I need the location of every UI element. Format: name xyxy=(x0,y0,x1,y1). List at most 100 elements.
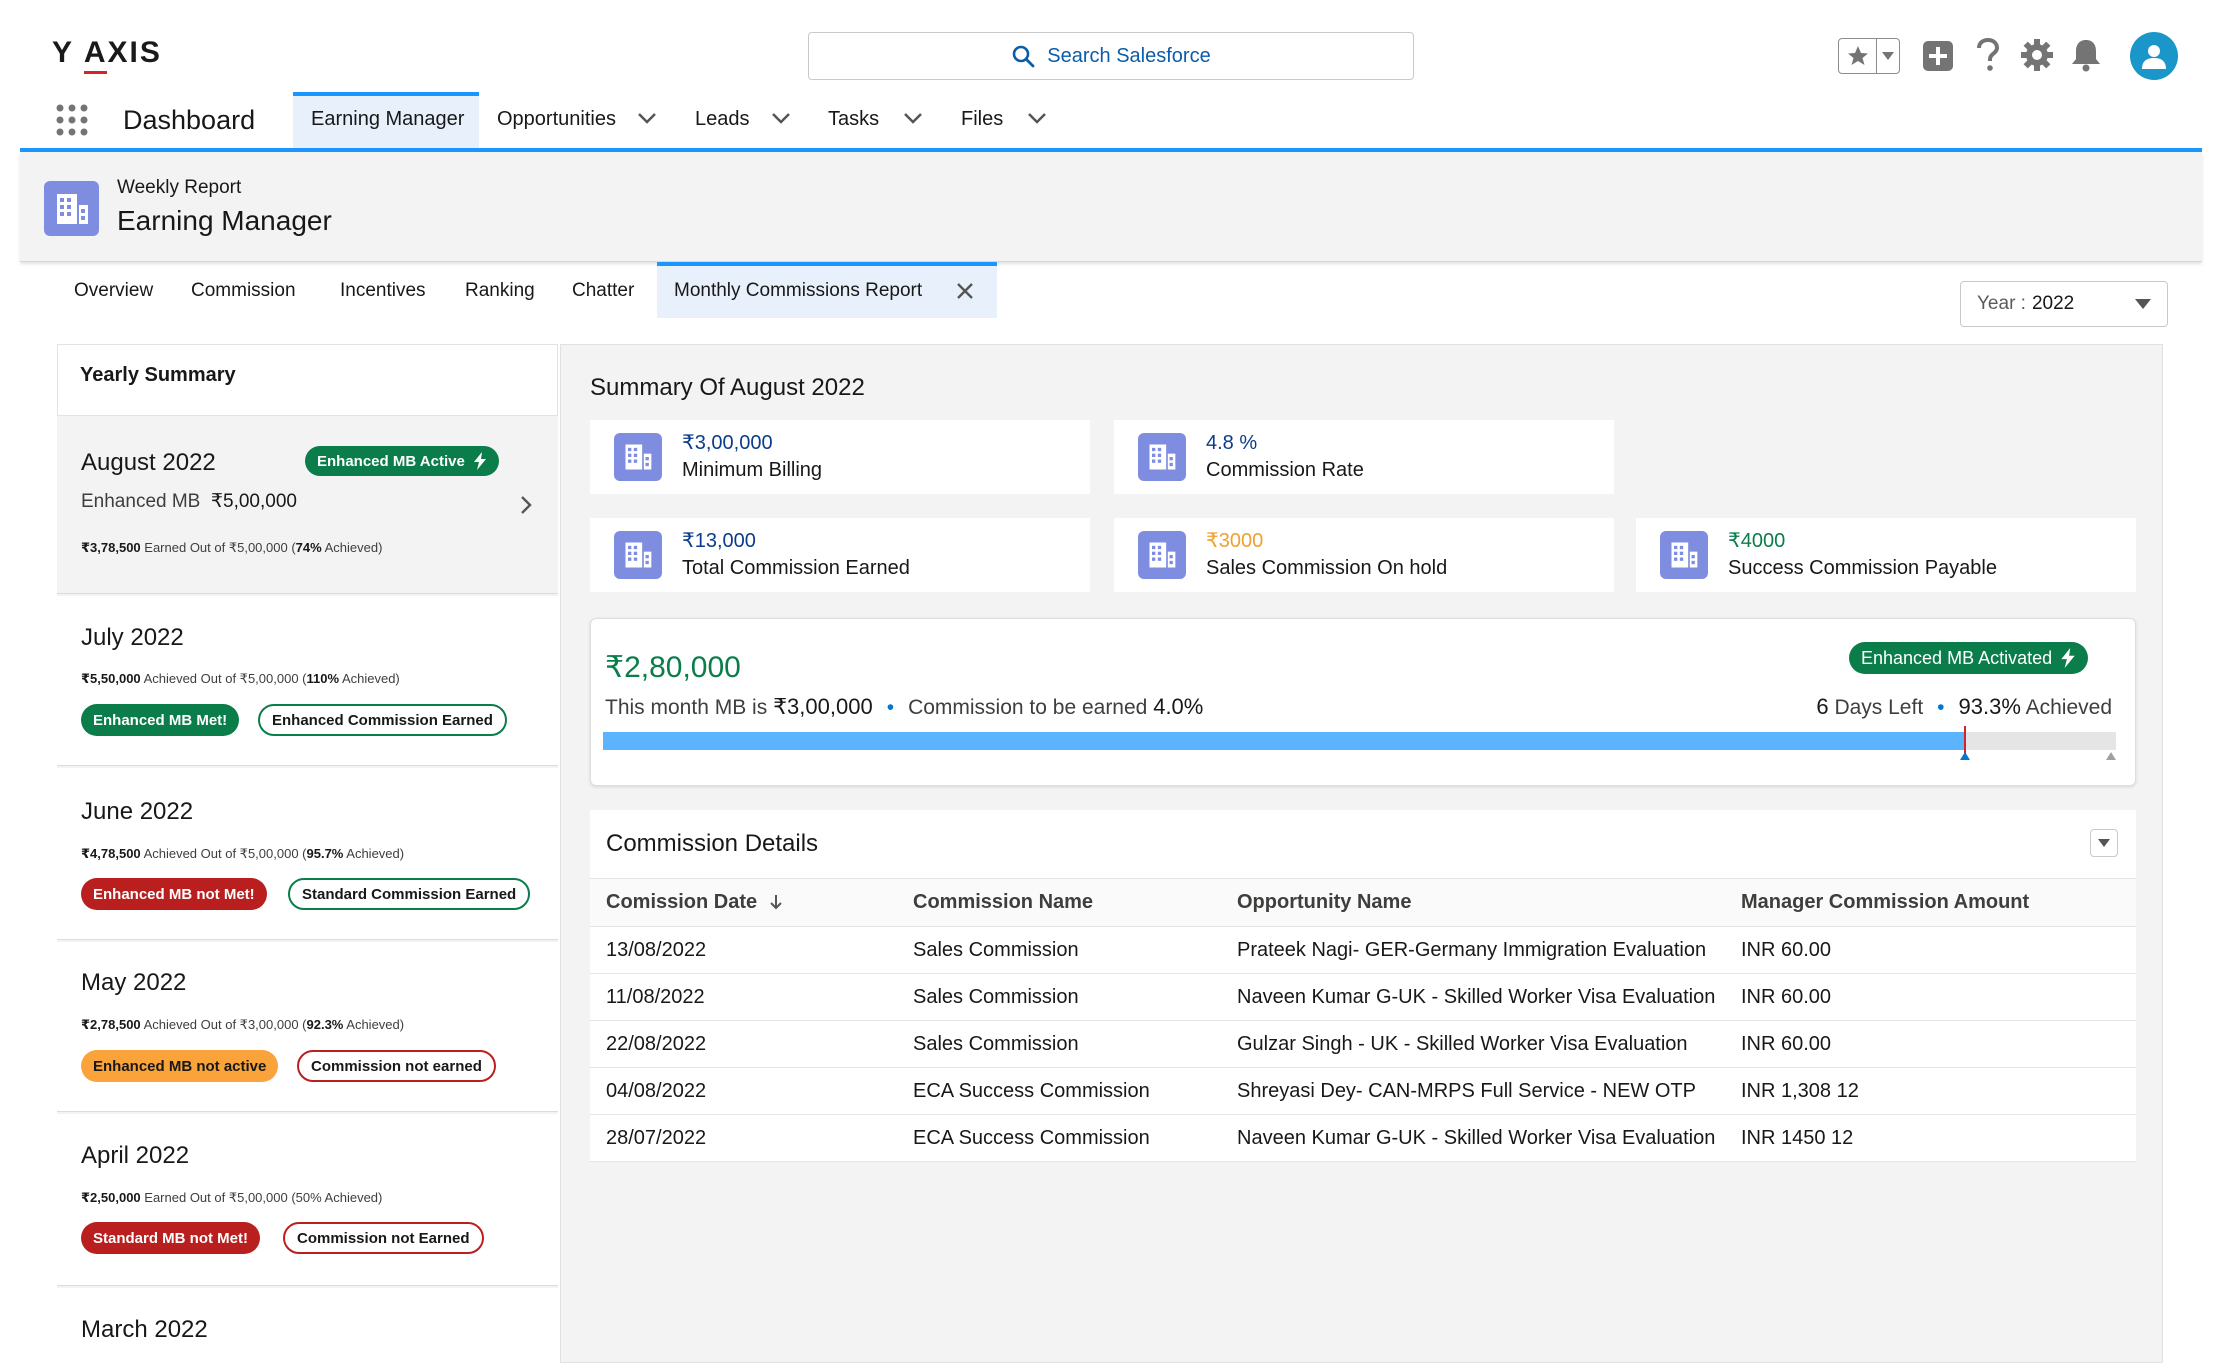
mb-activated-badge: Enhanced MB Activated xyxy=(1849,642,2089,674)
table-row[interactable]: 22/08/2022 Sales Commission Gulzar Singh -… xyxy=(590,1020,2136,1068)
bolt-icon xyxy=(2061,648,2075,668)
tab-incentives[interactable]: Incentives xyxy=(340,280,426,302)
cell-commission-name: ECA Success Commission xyxy=(913,1067,1237,1115)
table-row[interactable]: 28/07/2022 ECA Success Commission Naveen K… xyxy=(590,1114,2136,1162)
cell-commission-name: Sales Commission xyxy=(913,973,1237,1021)
stat-total-commission-earned: ₹13,000 Total Commission Earned xyxy=(590,518,1090,592)
details-menu-button[interactable] xyxy=(2090,829,2118,857)
yaxis-logo[interactable]: Y AXIS xyxy=(52,36,162,74)
month-title: July 2022 xyxy=(81,624,184,651)
stat-value: ₹13,000 xyxy=(682,530,756,552)
user-avatar[interactable] xyxy=(2130,32,2178,80)
cell-date: 22/08/2022 xyxy=(590,1020,913,1068)
column-header[interactable]: Comission Date xyxy=(590,878,913,927)
cell-opportunity-name[interactable]: Shreyasi Dey- CAN-MRPS Full Service - NE… xyxy=(1237,1067,1741,1115)
status-badge: Enhanced MB Active xyxy=(305,446,499,476)
tab-ranking[interactable]: Ranking xyxy=(465,280,535,302)
stat-value: ₹3,00,000 xyxy=(682,432,773,454)
tab-overview[interactable]: Overview xyxy=(74,280,153,302)
star-icon xyxy=(1847,46,1868,65)
month-achievement: ₹2,78,500 Achieved Out of ₹3,00,000 (92.… xyxy=(81,1017,405,1032)
status-badge: Enhanced MB not Met! xyxy=(81,878,267,910)
chevron-right-icon[interactable] xyxy=(520,495,532,515)
stat-label: Success Commission Payable xyxy=(1728,557,1997,579)
commission-table: Comission Date Commission Name Opportuni… xyxy=(590,878,2136,1162)
tab-commission[interactable]: Commission xyxy=(191,280,296,302)
month-title: June 2022 xyxy=(81,798,194,825)
app-launcher-icon[interactable] xyxy=(56,104,88,136)
chevron-down-icon[interactable] xyxy=(903,112,923,124)
column-header[interactable]: Manager Commission Amount xyxy=(1741,878,2136,927)
month-achievement: ₹3,78,500 Earned Out of ₹5,00,000 (74% A… xyxy=(81,540,383,555)
page-title: Earning Manager xyxy=(117,205,332,236)
building-icon xyxy=(1660,531,1708,579)
stat-label: Minimum Billing xyxy=(682,459,823,481)
nav-item-tasks[interactable]: Tasks xyxy=(828,108,879,131)
cell-date: 04/08/2022 xyxy=(590,1067,913,1115)
mb-progress-fill xyxy=(603,732,1965,750)
chevron-down-icon xyxy=(2098,839,2110,847)
month-title: May 2022 xyxy=(81,969,187,996)
nav-item-earning-manager[interactable]: Earning Manager xyxy=(311,108,464,131)
add-icon[interactable] xyxy=(1922,40,1954,72)
close-icon[interactable] xyxy=(956,282,974,300)
stat-label: Sales Commission On hold xyxy=(1206,557,1448,579)
table-row[interactable]: 04/08/2022 ECA Success Commission Shreyasi… xyxy=(590,1067,2136,1115)
building-icon xyxy=(1138,531,1186,579)
end-triangle-icon xyxy=(2106,752,2116,760)
global-search[interactable]: Search Salesforce xyxy=(808,32,1414,80)
year-select-prefix: Year : xyxy=(1977,293,2026,314)
favorites-button[interactable] xyxy=(1838,38,1900,74)
bolt-icon xyxy=(473,452,486,470)
stat-minimum-billing: ₹3,00,000 Minimum Billing xyxy=(590,420,1090,494)
year-select[interactable]: Year :2022 xyxy=(1960,281,2168,327)
cell-opportunity-name[interactable]: Naveen Kumar G-UK - Skilled Worker Visa … xyxy=(1237,1114,1741,1162)
chevron-down-icon xyxy=(1882,52,1894,60)
chevron-down-icon[interactable] xyxy=(771,112,791,124)
column-header[interactable]: Commission Name xyxy=(913,878,1237,927)
chevron-down-icon[interactable] xyxy=(1027,112,1047,124)
page-header xyxy=(20,152,2202,262)
stat-label: Commission Rate xyxy=(1206,459,1364,481)
app-name: Dashboard xyxy=(123,105,256,135)
bell-icon[interactable] xyxy=(2070,38,2102,72)
cell-opportunity-name[interactable]: Gulzar Singh - UK - Skilled Worker Visa … xyxy=(1237,1020,1741,1068)
month-achievement: ₹4,78,500 Achieved Out of ₹5,00,000 (95.… xyxy=(81,846,405,861)
cell-date: 13/08/2022 xyxy=(590,926,913,974)
cell-commission-name: Sales Commission xyxy=(913,1020,1237,1068)
cell-opportunity-name[interactable]: Prateek Nagi- GER-Germany Immigration Ev… xyxy=(1237,926,1741,974)
cell-amount: INR 60.00 xyxy=(1741,926,2136,974)
cell-commission-name: ECA Success Commission xyxy=(913,1114,1237,1162)
table-row[interactable]: 13/08/2022 Sales Commission Prateek Nagi- … xyxy=(590,926,2136,974)
cell-commission-name: Sales Commission xyxy=(913,926,1237,974)
tab-monthly-commissions-report[interactable]: Monthly Commissions Report xyxy=(674,280,922,302)
gear-icon[interactable] xyxy=(2020,38,2054,72)
yearly-summary-title: Yearly Summary xyxy=(80,364,236,386)
stat-commission-rate: 4.8 % Commission Rate xyxy=(1114,420,1614,494)
nav-item-opportunities[interactable]: Opportunities xyxy=(497,108,616,131)
table-row[interactable]: 11/08/2022 Sales Commission Naveen Kumar G… xyxy=(590,973,2136,1021)
tab-chatter[interactable]: Chatter xyxy=(572,280,634,302)
building-icon xyxy=(44,181,99,236)
commission-badge: Commission not Earned xyxy=(283,1222,484,1254)
mb-status-line: 6 Days Left • 93.3% Achieved xyxy=(1816,694,2112,719)
month-title: August 2022 xyxy=(81,449,216,476)
chevron-down-icon[interactable] xyxy=(637,112,657,124)
commission-badge: Commission not earned xyxy=(297,1050,496,1082)
stat-value: ₹3000 xyxy=(1206,530,1264,552)
chevron-down-icon xyxy=(2135,299,2151,309)
summary-title: Summary Of August 2022 xyxy=(590,374,865,401)
nav-item-leads[interactable]: Leads xyxy=(695,108,750,131)
cell-opportunity-name[interactable]: Naveen Kumar G-UK - Skilled Worker Visa … xyxy=(1237,973,1741,1021)
page-subtitle: Weekly Report xyxy=(117,177,242,198)
commission-badge: Enhanced Commission Earned xyxy=(258,704,507,736)
month-achievement: ₹2,50,000 Earned Out of ₹5,00,000 (50% A… xyxy=(81,1190,383,1205)
status-badge: Standard MB not Met! xyxy=(81,1222,260,1254)
cell-amount: INR 1450 12 xyxy=(1741,1114,2136,1162)
status-badge: Enhanced MB Met! xyxy=(81,704,240,736)
cell-amount: INR 60.00 xyxy=(1741,973,2136,1021)
building-icon xyxy=(614,433,662,481)
nav-item-files[interactable]: Files xyxy=(961,108,1003,131)
help-icon[interactable] xyxy=(1976,38,2000,72)
column-header[interactable]: Opportunity Name xyxy=(1237,878,1741,927)
